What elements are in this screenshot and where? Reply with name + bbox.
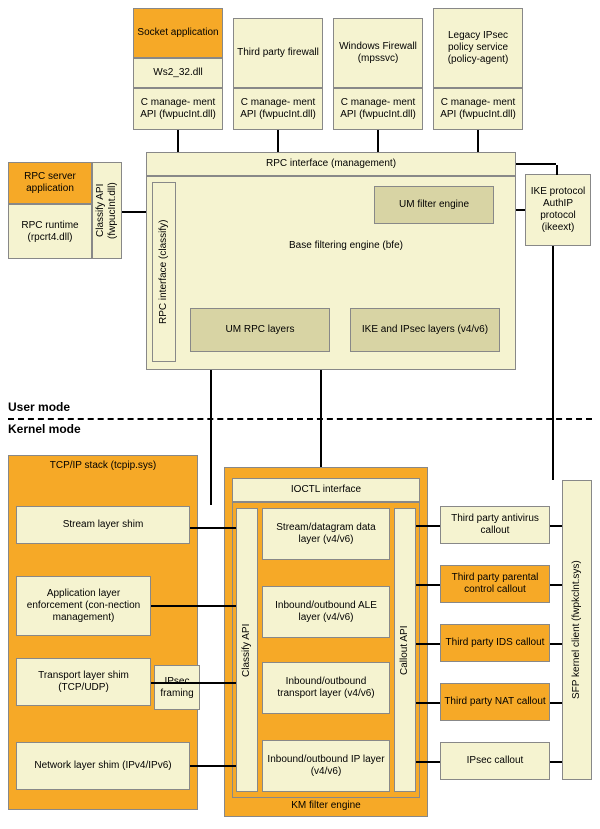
bfe-label: Base filtering engine (bfe) [186,240,506,251]
ids-callout: Third party IDS callout [440,624,550,662]
socket-application: Socket application [133,8,223,58]
label: IKE protocol AuthIP protocol (ikeext) [528,186,588,234]
ipsec-callout: IPsec callout [440,742,550,780]
label: C manage- ment API (fwpucInt.dll) [236,97,320,121]
stream-datagram-layer: Stream/datagram data layer (v4/v6) [262,508,390,560]
ale-enforcement: Application layer enforcement (con-necti… [16,576,151,636]
classify-api-user: Classify API (fwpucInt.dll) [92,162,122,259]
km-classify-api: Classify API [236,508,258,792]
label: Inbound/outbound IP layer (v4/v6) [265,754,387,778]
label: KM filter engine [291,800,360,812]
transport-layer-km: Inbound/outbound transport layer (v4/v6) [262,662,390,714]
label: IOCTL interface [291,484,361,496]
c-mgmt-api-1: C manage- ment API (fwpucInt.dll) [133,88,223,130]
parental-callout: Third party parental control callout [440,565,550,603]
label: Ws2_32.dll [153,67,202,79]
label: User mode [8,400,70,414]
label: Third party IDS callout [446,637,545,649]
label: Legacy IPsec policy service (policy-agen… [436,30,520,66]
um-filter-engine: UM filter engine [374,186,494,224]
ioctl-interface: IOCTL interface [232,478,420,502]
label: Stream layer shim [63,519,144,531]
label: Inbound/outbound ALE layer (v4/v6) [265,600,387,624]
ip-layer-km: Inbound/outbound IP layer (v4/v6) [262,740,390,792]
kernel-mode-label: Kernel mode [8,422,81,436]
ike-ipsec-layers: IKE and IPsec layers (v4/v6) [350,308,500,352]
label: SFP kernel client (fwpkclnt.sys) [571,561,583,700]
label: Kernel mode [8,422,81,436]
label: Inbound/outbound transport layer (v4/v6) [265,676,387,700]
label: Third party antivirus callout [443,513,547,537]
label: Third party firewall [237,47,319,59]
rpc-server-application: RPC server application [8,162,92,204]
label: Callout API [399,625,411,674]
label: IKE and IPsec layers (v4/v6) [362,324,488,336]
network-layer-shim: Network layer shim (IPv4/IPv6) [16,742,190,790]
label: C manage- ment API (fwpucInt.dll) [436,97,520,121]
label: Stream/datagram data layer (v4/v6) [265,522,387,546]
ws2-dll: Ws2_32.dll [133,58,223,88]
label: Network layer shim (IPv4/IPv6) [34,760,171,772]
label: RPC interface (management) [266,158,396,170]
label: Transport layer shim (TCP/UDP) [19,670,148,694]
stream-layer-shim: Stream layer shim [16,506,190,544]
user-mode-label: User mode [8,400,70,414]
ipsec-framing: IPsec framing [154,665,200,710]
third-party-firewall: Third party firewall [233,18,323,88]
um-rpc-layers: UM RPC layers [190,308,330,352]
label: Third party NAT callout [444,696,545,708]
rpc-interface-mgmt: RPC interface (management) [146,152,516,176]
label: C manage- ment API (fwpucInt.dll) [136,97,220,121]
transport-layer-shim: Transport layer shim (TCP/UDP) [16,658,151,706]
label: RPC runtime (rpcrt4.dll) [11,220,89,244]
nat-callout: Third party NAT callout [440,683,550,721]
label: Third party parental control callout [443,572,547,596]
label: RPC interface (classify) [158,220,170,324]
mode-divider [8,418,592,420]
label: IPsec framing [157,676,197,700]
label: IPsec callout [467,755,524,767]
label: C manage- ment API (fwpucInt.dll) [336,97,420,121]
c-mgmt-api-2: C manage- ment API (fwpucInt.dll) [233,88,323,130]
c-mgmt-api-4: C manage- ment API (fwpucInt.dll) [433,88,523,130]
rpc-runtime: RPC runtime (rpcrt4.dll) [8,204,92,259]
legacy-ipsec-policy: Legacy IPsec policy service (policy-agen… [433,8,523,88]
label: Classify API [241,623,253,676]
label: Classify API (fwpucInt.dll) [95,165,119,256]
label: Application layer enforcement (con-necti… [19,588,148,624]
c-mgmt-api-3: C manage- ment API (fwpucInt.dll) [333,88,423,130]
label: Windows Firewall (mpssvc) [336,41,420,65]
km-callout-api: Callout API [394,508,416,792]
label: Socket application [137,27,218,39]
ale-layer: Inbound/outbound ALE layer (v4/v6) [262,586,390,638]
rpc-interface-classify: RPC interface (classify) [152,182,176,362]
label: RPC server application [11,171,89,195]
windows-firewall: Windows Firewall (mpssvc) [333,18,423,88]
label: UM RPC layers [226,324,295,336]
label: UM filter engine [399,199,469,211]
ike-authip-protocol: IKE protocol AuthIP protocol (ikeext) [525,174,591,246]
sfp-kernel-client: SFP kernel client (fwpkclnt.sys) [562,480,592,780]
label: TCP/IP stack (tcpip.sys) [50,460,157,472]
label: Base filtering engine (bfe) [289,240,403,251]
antivirus-callout: Third party antivirus callout [440,506,550,544]
